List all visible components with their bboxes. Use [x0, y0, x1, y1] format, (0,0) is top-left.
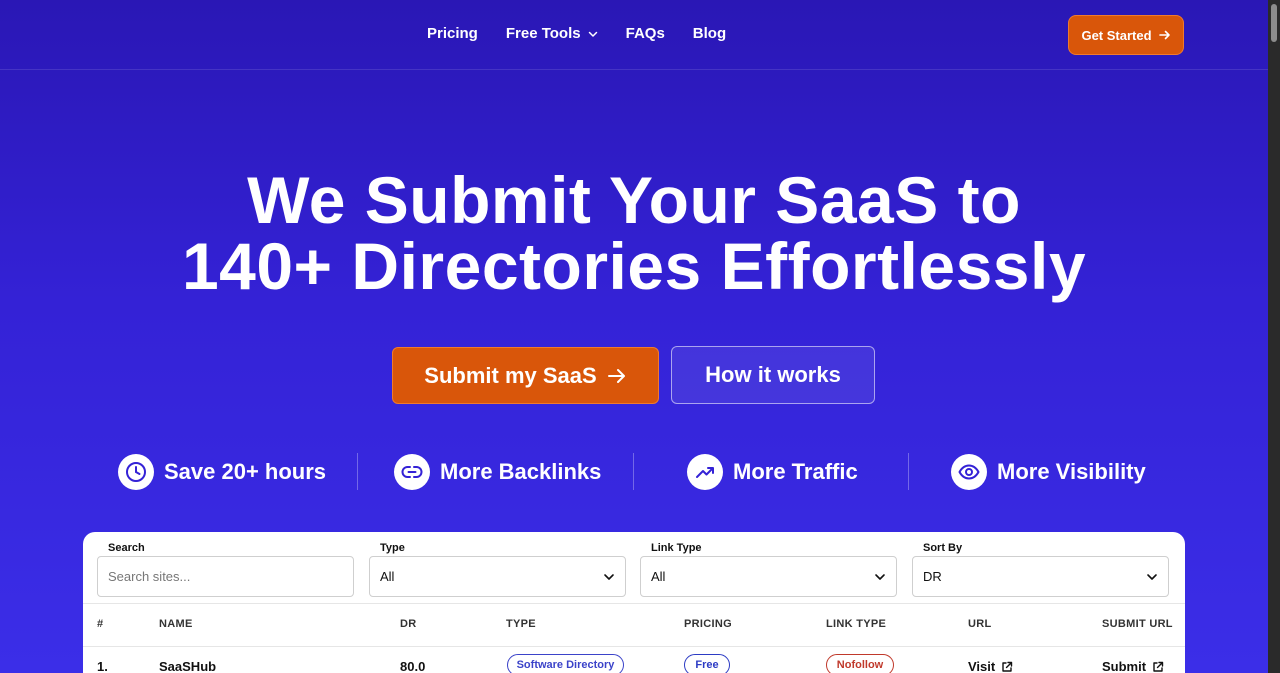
submit-saas-button[interactable]: Submit my SaaS — [392, 347, 659, 404]
col-header-submit-url: SUBMIT URL — [1102, 618, 1173, 630]
benefit-divider — [633, 453, 634, 490]
eye-icon — [951, 454, 987, 490]
nav-free-tools[interactable]: Free Tools — [506, 25, 598, 42]
benefit-save-hours: Save 20+ hours — [118, 453, 326, 491]
benefit-label: More Backlinks — [440, 459, 602, 484]
panel-divider — [83, 603, 1185, 604]
col-header-name[interactable]: NAME — [159, 618, 193, 630]
benefit-backlinks: More Backlinks — [394, 453, 601, 491]
sort-select[interactable]: DR — [912, 556, 1169, 597]
how-it-works-button[interactable]: How it works — [671, 346, 875, 404]
submit-link[interactable]: Submit — [1102, 659, 1164, 673]
type-select-value: All — [380, 569, 395, 584]
nav-free-tools-label: Free Tools — [505, 25, 581, 42]
type-label: Type — [380, 542, 405, 554]
external-link-icon — [1002, 661, 1013, 672]
link-type-select-value: All — [651, 569, 666, 584]
hero-title-line-1: We Submit Your SaaS to — [247, 163, 1021, 237]
link-type-label: Link Type — [651, 542, 702, 554]
search-input[interactable]: Search sites... — [97, 556, 354, 597]
chevron-down-icon — [604, 573, 614, 580]
chevron-down-icon — [1147, 573, 1157, 580]
benefit-divider — [908, 453, 909, 490]
submit-link-label: Submit — [1102, 659, 1147, 673]
benefit-traffic: More Traffic — [687, 453, 858, 491]
row-rank: 1. — [97, 659, 108, 673]
chevron-down-icon — [875, 573, 885, 580]
top-nav: Pricing Free Tools FAQs Blog Get Started — [0, 0, 1268, 70]
benefit-label: More Visibility — [997, 459, 1146, 484]
scrollbar[interactable] — [1268, 0, 1280, 673]
clock-icon — [118, 454, 154, 490]
arrow-right-icon — [607, 368, 625, 383]
col-header-dr[interactable]: DR — [400, 618, 417, 630]
get-started-label: Get Started — [1081, 27, 1152, 43]
table-header-divider — [83, 646, 1185, 647]
link-type-select[interactable]: All — [640, 556, 897, 597]
col-header-rank: # — [97, 618, 104, 630]
sort-filter: Sort By DR — [912, 541, 1169, 597]
benefit-visibility: More Visibility — [951, 453, 1146, 491]
row-dr: 80.0 — [400, 659, 426, 673]
nav-pricing[interactable]: Pricing — [427, 25, 478, 42]
col-header-type[interactable]: TYPE — [506, 618, 536, 630]
type-badge: Software Directory — [507, 654, 624, 673]
row-name: SaaSHub — [159, 659, 217, 673]
get-started-button[interactable]: Get Started — [1068, 15, 1184, 55]
directory-panel: Search Search sites... Type All Link Typ… — [83, 532, 1185, 673]
sort-label: Sort By — [923, 542, 963, 554]
benefit-divider — [357, 453, 358, 490]
nav-blog[interactable]: Blog — [693, 25, 726, 42]
link-type-badge: Nofollow — [826, 654, 894, 673]
nav-links: Pricing Free Tools FAQs Blog — [427, 25, 726, 42]
trending-up-icon — [687, 454, 723, 490]
benefit-label: Save 20+ hours — [164, 459, 327, 484]
search-filter: Search Search sites... — [97, 541, 354, 597]
visit-link-label: Visit — [968, 659, 996, 673]
link-icon — [394, 454, 430, 490]
submit-saas-label: Submit my SaaS — [424, 362, 597, 388]
scrollbar-thumb[interactable] — [1271, 4, 1277, 42]
col-header-url: URL — [968, 618, 992, 630]
hero-title-line-2: 140+ Directories Effortlessly — [181, 229, 1087, 303]
chevron-down-icon — [588, 31, 597, 37]
visit-link[interactable]: Visit — [968, 659, 1013, 673]
benefit-label: More Traffic — [733, 459, 858, 484]
col-header-pricing[interactable]: PRICING — [684, 618, 732, 630]
search-placeholder: Search sites... — [108, 569, 191, 584]
type-filter: Type All — [369, 541, 626, 597]
nav-faqs[interactable]: FAQs — [626, 25, 665, 42]
sort-select-value: DR — [923, 569, 942, 584]
pricing-badge: Free — [684, 654, 730, 673]
external-link-icon — [1153, 661, 1164, 672]
col-header-link-type[interactable]: LINK TYPE — [826, 618, 886, 630]
link-type-filter: Link Type All — [640, 541, 897, 597]
type-select[interactable]: All — [369, 556, 626, 597]
search-label: Search — [108, 542, 145, 554]
arrow-right-icon — [1158, 30, 1170, 40]
